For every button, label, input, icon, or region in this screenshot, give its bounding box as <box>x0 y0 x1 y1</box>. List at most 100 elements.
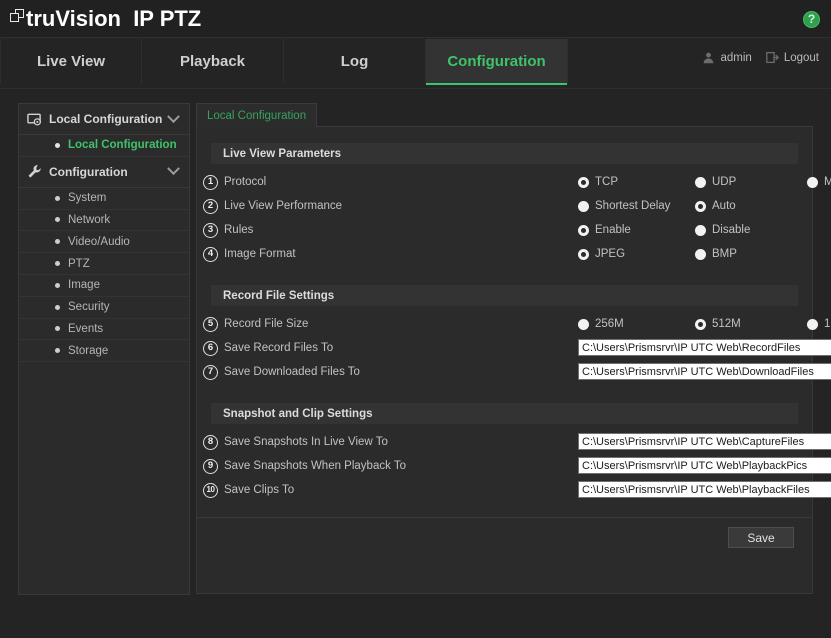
save-bar: Save <box>197 517 812 559</box>
bullet-icon <box>55 326 60 331</box>
row-save-clips-to: 10 Save Clips To Browse <box>197 478 812 502</box>
radio-label: JPEG <box>595 248 625 260</box>
radio-indicator <box>578 319 589 330</box>
radio-indicator <box>695 201 706 212</box>
radio-indicator <box>695 177 706 188</box>
save-clips-input[interactable] <box>578 481 831 498</box>
row-save-downloaded-files-to: 7 Save Downloaded Files To Browse <box>197 360 812 384</box>
application-window: truVision IP PTZ ? Live View Playback Lo… <box>0 0 831 638</box>
radio-indicator <box>695 319 706 330</box>
sidebar-item-network[interactable]: Network <box>19 210 189 232</box>
save-downloaded-files-input[interactable] <box>578 363 831 380</box>
tab-configuration[interactable]: Configuration <box>426 39 568 84</box>
sidebar-item-security[interactable]: Security <box>19 297 189 319</box>
brand-name-sub: IP PTZ <box>133 6 201 31</box>
radio-label: 512M <box>712 318 741 330</box>
protocol-options: TCP UDP MULTICAST HTTP <box>392 170 812 194</box>
radio-option-512m[interactable]: 512M <box>695 312 741 336</box>
field-label: Save Downloaded Files To <box>224 366 392 378</box>
sidebar-item-storage[interactable]: Storage <box>19 340 189 362</box>
radio-label: Disable <box>712 224 750 236</box>
live-view-parameters-rows: 1 Protocol TCP UDP MULTICAS <box>197 170 812 266</box>
radio-option-1g[interactable]: 1G <box>807 312 831 336</box>
row-rules: 3 Rules Enable Disable <box>197 218 812 242</box>
content-tab-local-configuration[interactable]: Local Configuration <box>196 103 317 127</box>
radio-label: MULTICAST <box>824 176 831 188</box>
tab-playback[interactable]: Playback <box>142 39 284 84</box>
brand-title: truVision IP PTZ <box>26 4 201 34</box>
radio-option-bmp[interactable]: BMP <box>695 242 737 266</box>
tab-live-view[interactable]: Live View <box>0 39 142 84</box>
field-label: Save Record Files To <box>224 342 392 354</box>
radio-option-auto[interactable]: Auto <box>695 194 736 218</box>
radio-indicator <box>695 225 706 236</box>
radio-indicator <box>578 201 589 212</box>
section-header-live-view-parameters: Live View Parameters <box>211 143 798 164</box>
field-label: Protocol <box>224 176 392 188</box>
save-snapshots-playback-controls: Browse <box>392 454 812 478</box>
sidebar-group-local-configuration[interactable]: Local Configuration <box>19 104 189 135</box>
bullet-icon <box>55 217 60 222</box>
bullet-icon <box>55 196 60 201</box>
sidebar-item-system[interactable]: System <box>19 188 189 210</box>
radio-option-disable[interactable]: Disable <box>695 218 750 242</box>
current-user[interactable]: admin <box>702 51 751 64</box>
sidebar-item-video-audio[interactable]: Video/Audio <box>19 231 189 253</box>
bullet-icon <box>55 305 60 310</box>
bullet-icon <box>55 283 60 288</box>
step-marker: 1 <box>203 175 218 190</box>
field-label: Rules <box>224 224 392 236</box>
radio-option-enable[interactable]: Enable <box>578 218 631 242</box>
radio-label: Enable <box>595 224 631 236</box>
radio-label: UDP <box>712 176 736 188</box>
wrench-icon <box>27 164 42 179</box>
radio-indicator <box>578 225 589 236</box>
radio-option-udp[interactable]: UDP <box>695 170 736 194</box>
field-label: Live View Performance <box>224 200 392 212</box>
radio-indicator <box>695 249 706 260</box>
radio-option-multicast[interactable]: MULTICAST <box>807 170 831 194</box>
radio-option-tcp[interactable]: TCP <box>578 170 618 194</box>
sidebar-item-label: Security <box>68 301 110 313</box>
save-snapshots-live-view-input[interactable] <box>578 433 831 450</box>
radio-option-shortest-delay[interactable]: Shortest Delay <box>578 194 670 218</box>
save-button[interactable]: Save <box>728 527 794 548</box>
radio-option-jpeg[interactable]: JPEG <box>578 242 625 266</box>
sidebar-item-ptz[interactable]: PTZ <box>19 253 189 275</box>
help-icon[interactable]: ? <box>803 11 820 28</box>
sidebar-group-label: Local Configuration <box>49 112 169 126</box>
current-user-label: admin <box>720 52 751 64</box>
live-view-performance-options: Shortest Delay Auto <box>392 194 812 218</box>
chevron-down-icon[interactable] <box>167 163 180 176</box>
content-tab-strip: Local Configuration <box>196 103 813 127</box>
user-session-area: admin Logout <box>702 51 819 64</box>
step-marker: 8 <box>203 435 218 450</box>
sidebar-item-label: System <box>68 192 106 204</box>
sidebar-item-label: PTZ <box>68 258 90 270</box>
sidebar-item-events[interactable]: Events <box>19 319 189 341</box>
logout-button[interactable]: Logout <box>766 51 819 64</box>
row-save-record-files-to: 6 Save Record Files To Browse <box>197 336 812 360</box>
chevron-down-icon[interactable] <box>167 110 180 123</box>
radio-indicator <box>807 319 818 330</box>
field-label: Save Clips To <box>224 484 392 496</box>
sidebar-item-image[interactable]: Image <box>19 275 189 297</box>
save-record-files-input[interactable] <box>578 339 831 356</box>
sidebar-item-label: Video/Audio <box>68 236 130 248</box>
radio-option-256m[interactable]: 256M <box>578 312 624 336</box>
tab-log[interactable]: Log <box>284 39 426 84</box>
sidebar-group-configuration[interactable]: Configuration <box>19 157 189 188</box>
step-marker: 2 <box>203 199 218 214</box>
overlapping-squares-icon <box>10 9 25 24</box>
rules-options: Enable Disable <box>392 218 812 242</box>
sidebar-item-label: Events <box>68 323 103 335</box>
step-marker: 7 <box>203 365 218 380</box>
field-label: Save Snapshots When Playback To <box>224 460 392 472</box>
radio-label: 1G <box>824 318 831 330</box>
row-record-file-size: 5 Record File Size 256M 512M <box>197 312 812 336</box>
section-header-record-file-settings: Record File Settings <box>211 285 798 306</box>
radio-label: BMP <box>712 248 737 260</box>
sidebar-item-label: Network <box>68 214 110 226</box>
save-snapshots-playback-input[interactable] <box>578 457 831 474</box>
sidebar-item-local-configuration[interactable]: Local Configuration <box>19 135 189 157</box>
